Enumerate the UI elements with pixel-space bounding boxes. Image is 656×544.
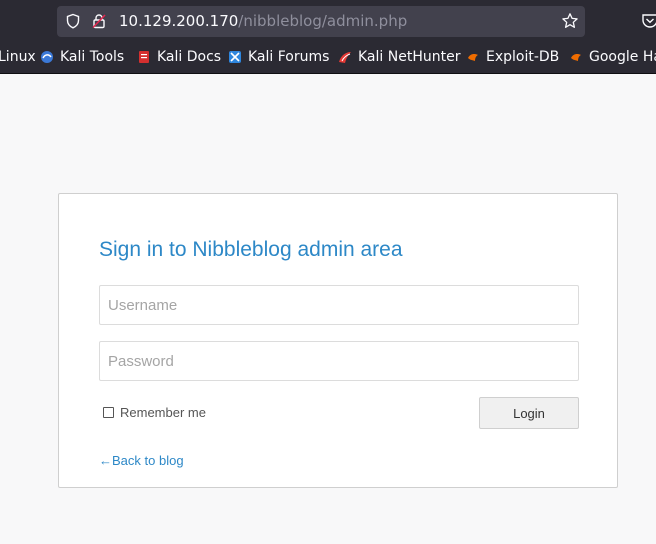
kali-docs-icon (139, 51, 149, 63)
bookmark-label: Linux (0, 49, 36, 65)
username-input[interactable] (99, 285, 579, 325)
bookmark-kali-docs[interactable]: Kali Docs (137, 44, 221, 70)
bookmark-label: Kali NetHunter (358, 49, 461, 65)
bookmark-star-icon[interactable] (561, 12, 579, 30)
login-panel: Sign in to Nibbleblog admin area Remembe… (58, 193, 618, 488)
remember-me-label: Remember me (120, 405, 206, 420)
kali-nethunter-icon (339, 52, 351, 63)
remember-me-checkbox[interactable] (103, 407, 114, 418)
login-button[interactable]: Login (479, 397, 579, 429)
google-hacking-icon (571, 54, 581, 61)
address-bar[interactable]: 10.129.200.170/nibbleblog/admin.php (57, 6, 585, 37)
url-text[interactable]: 10.129.200.170/nibbleblog/admin.php (119, 12, 407, 30)
bookmark-linux[interactable]: Linux (0, 44, 36, 70)
bookmark-kali-forums[interactable]: Kali Forums (228, 44, 329, 70)
pocket-icon[interactable] (641, 12, 656, 30)
back-to-blog-link[interactable]: ←Back to blog (99, 453, 184, 468)
bookmark-google-hacking[interactable]: Google Ha (569, 44, 656, 70)
bookmark-label: Google Ha (589, 49, 656, 65)
exploit-db-icon (468, 54, 478, 61)
bookmark-kali-nethunter[interactable]: Kali NetHunter (338, 44, 460, 70)
bookmark-label: Exploit-DB (486, 49, 560, 65)
url-host: 10.129.200.170 (119, 12, 239, 30)
bookmark-exploit-db[interactable]: Exploit-DB (466, 44, 559, 70)
bookmark-label: Kali Forums (248, 49, 330, 65)
bookmarks-toolbar: Linux Kali Tools Kali Docs Kali Forums K… (0, 44, 656, 70)
bookmark-label: Kali Docs (157, 49, 222, 65)
kali-forums-icon (229, 51, 241, 63)
kali-tools-icon (41, 51, 53, 63)
bookmark-kali-tools[interactable]: Kali Tools (40, 44, 124, 70)
shield-icon[interactable] (65, 13, 81, 29)
password-input[interactable] (99, 341, 579, 381)
bookmark-label: Kali Tools (60, 49, 125, 65)
login-title: Sign in to Nibbleblog admin area (99, 238, 403, 261)
remember-me-option[interactable]: Remember me (103, 405, 206, 420)
url-path: /nibbleblog/admin.php (238, 12, 408, 30)
browser-toolbar: 10.129.200.170/nibbleblog/admin.php Linu… (0, 0, 656, 74)
insecure-lock-icon[interactable] (91, 13, 107, 29)
